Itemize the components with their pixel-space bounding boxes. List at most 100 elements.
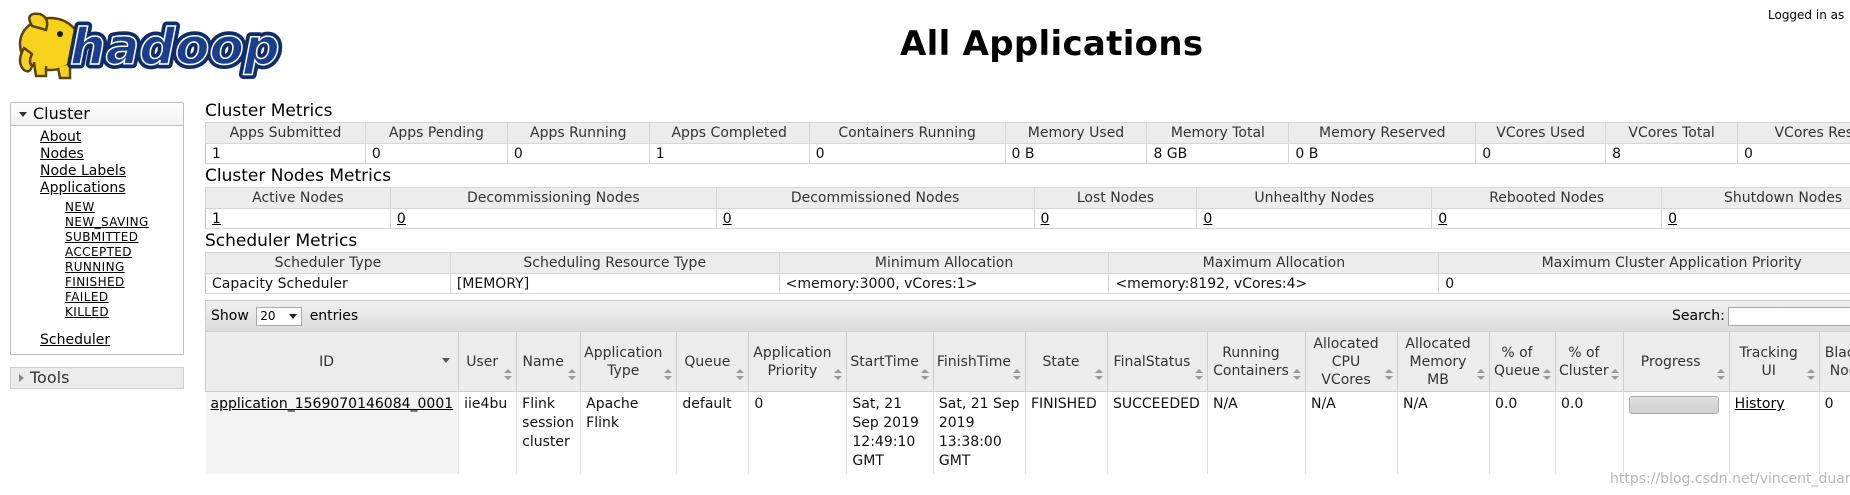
col-header-application-type[interactable]: Application Type: [580, 331, 678, 392]
metric-header: Apps Completed: [648, 122, 810, 144]
tracking-ui-history-link[interactable]: History: [1735, 396, 1785, 412]
sort-icon: [568, 369, 577, 381]
scheduler-metrics-header-row: Scheduler Type Scheduling Resource Type …: [205, 252, 1850, 274]
col-header-name[interactable]: Name: [516, 331, 582, 392]
sort-icon: [664, 369, 673, 381]
unhealthy-nodes-link[interactable]: 0: [1203, 211, 1212, 227]
metric-header: Containers Running: [808, 122, 1006, 144]
col-header-pct-queue[interactable]: % of Queue: [1488, 331, 1556, 392]
sort-icon: [1476, 369, 1485, 381]
col-header-final-status[interactable]: FinalStatus: [1106, 331, 1208, 392]
hadoop-elephant-logo[interactable]: hadoop hadoop: [10, 4, 310, 84]
main-content: Cluster Metrics Apps Submitted Apps Pend…: [204, 100, 1850, 474]
metric-value: 0: [1438, 273, 1850, 294]
scheduler-metrics-title: Scheduler Metrics: [205, 231, 358, 251]
metric-header: Memory Reserved: [1288, 122, 1477, 144]
search-input[interactable]: [1728, 307, 1850, 326]
col-header-user[interactable]: User: [458, 331, 518, 392]
nav-link-node-labels[interactable]: Node Labels: [40, 163, 183, 180]
sort-icon: [1094, 369, 1103, 381]
col-header-state[interactable]: State: [1024, 331, 1108, 392]
metric-header: Apps Running: [506, 122, 650, 144]
sort-icon: [1542, 369, 1551, 381]
col-header-running-containers[interactable]: Running Containers: [1206, 331, 1306, 392]
metric-value: [MEMORY]: [449, 273, 780, 294]
metric-header: VCores Reser: [1737, 122, 1850, 144]
metric-header: VCores Total: [1605, 122, 1739, 144]
apps-table-toolbar: Show 20 entries Search:: [205, 300, 1850, 331]
nav-cluster-header[interactable]: Cluster: [11, 103, 183, 125]
nav-cluster-body: About Nodes Node Labels Applications NEW…: [10, 125, 184, 355]
entries-value: 20: [260, 308, 276, 323]
col-header-allocated-cpu[interactable]: Allocated CPU VCores: [1304, 331, 1398, 392]
nav-state-failed[interactable]: FAILED: [65, 290, 183, 305]
caret-right-icon: [19, 374, 24, 382]
rebooted-nodes-link[interactable]: 0: [1438, 211, 1447, 227]
nav-state-killed[interactable]: KILLED: [65, 305, 183, 320]
sort-icon: [1806, 369, 1815, 381]
apps-header-row: ID User Name Application Type Queue Appl…: [204, 331, 1850, 392]
app-blacklisted-nodes: 0: [1819, 391, 1850, 474]
decommissioning-nodes-link[interactable]: 0: [397, 211, 406, 227]
col-header-pct-cluster[interactable]: % of Cluster: [1554, 331, 1624, 392]
app-finish-time: Sat, 21 Sep 2019 13:38:00 GMT: [933, 391, 1026, 474]
lost-nodes-link[interactable]: 0: [1041, 211, 1050, 227]
nav-state-submitted[interactable]: SUBMITTED: [65, 230, 183, 245]
col-header-tracking-ui[interactable]: Tracking UI: [1728, 331, 1820, 392]
nav-link-scheduler[interactable]: Scheduler: [40, 332, 183, 349]
cluster-metrics-value-row: 1 0 0 1 0 0 B 8 GB 0 B 0 8 0: [205, 143, 1850, 164]
col-header-application-priority[interactable]: Application Priority: [748, 331, 848, 392]
app-state-list: NEW NEW_SAVING SUBMITTED ACCEPTED RUNNIN…: [40, 200, 183, 320]
entries-label: entries: [309, 308, 359, 324]
nav-tools-header[interactable]: Tools: [10, 367, 184, 389]
watermark: https://blog.csdn.net/vincent_duan: [1610, 471, 1850, 487]
sort-icon: [920, 369, 929, 381]
col-header-finish-time[interactable]: FinishTime: [932, 331, 1026, 392]
app-running-containers: N/A: [1207, 391, 1306, 474]
sort-icon: [1716, 369, 1725, 381]
col-header-progress[interactable]: Progress: [1622, 331, 1730, 392]
nav-state-new-saving[interactable]: NEW_SAVING: [65, 215, 183, 230]
col-header-start-time[interactable]: StartTime: [846, 331, 934, 392]
nav-state-running[interactable]: RUNNING: [65, 260, 183, 275]
sort-icon: [1012, 369, 1021, 381]
nav-state-new[interactable]: NEW: [65, 200, 183, 215]
metric-value: 0: [506, 143, 650, 164]
scheduler-metrics-value-row: Capacity Scheduler [MEMORY] <memory:3000…: [205, 273, 1850, 294]
metric-header: VCores Used: [1475, 122, 1607, 144]
application-id-link[interactable]: application_1569070146084_0001: [211, 396, 454, 412]
nav-link-nodes[interactable]: Nodes: [40, 146, 183, 163]
app-user: iie4bu: [458, 391, 518, 474]
nav-state-accepted[interactable]: ACCEPTED: [65, 245, 183, 260]
metric-value: Capacity Scheduler: [205, 273, 451, 294]
metric-value: 0 B: [1288, 143, 1477, 164]
nav-link-applications[interactable]: Applications: [40, 180, 183, 197]
app-allocated-cpu: N/A: [1305, 391, 1398, 474]
metric-value: 1: [648, 143, 810, 164]
decommissioned-nodes-link[interactable]: 0: [723, 211, 732, 227]
nav-link-about[interactable]: About: [40, 129, 183, 146]
col-header-id[interactable]: ID: [204, 331, 460, 392]
active-nodes-link[interactable]: 1: [212, 211, 221, 227]
col-header-blacklisted-nodes[interactable]: Black Nod: [1818, 331, 1850, 392]
app-queue: default: [676, 391, 750, 474]
nodes-metrics-value-row: 1 0 0 0 0 0 0: [205, 208, 1850, 229]
nav-state-finished[interactable]: FINISHED: [65, 275, 183, 290]
metric-header: Apps Pending: [364, 122, 508, 144]
caret-down-icon: [19, 111, 27, 117]
cluster-metrics-table: Apps Submitted Apps Pending Apps Running…: [205, 122, 1850, 164]
entries-select[interactable]: 20: [256, 306, 303, 326]
sort-icon: [834, 369, 843, 381]
nav-tools-label: Tools: [30, 368, 70, 387]
metric-value: <memory:3000, vCores:1>: [778, 273, 1110, 294]
col-header-queue[interactable]: Queue: [676, 331, 750, 392]
shutdown-nodes-link[interactable]: 0: [1668, 211, 1677, 227]
scheduler-metrics-table: Scheduler Type Scheduling Resource Type …: [205, 252, 1850, 294]
metric-header: Maximum Allocation: [1108, 252, 1440, 274]
logged-in-label: Logged in as: [1768, 8, 1845, 22]
search-label: Search:: [1672, 308, 1725, 324]
metric-header: Maximum Cluster Application Priority: [1438, 252, 1850, 274]
metric-header: Memory Used: [1004, 122, 1148, 144]
sidebar: Cluster About Nodes Node Labels Applicat…: [10, 102, 184, 389]
col-header-allocated-memory[interactable]: Allocated Memory MB: [1396, 331, 1490, 392]
